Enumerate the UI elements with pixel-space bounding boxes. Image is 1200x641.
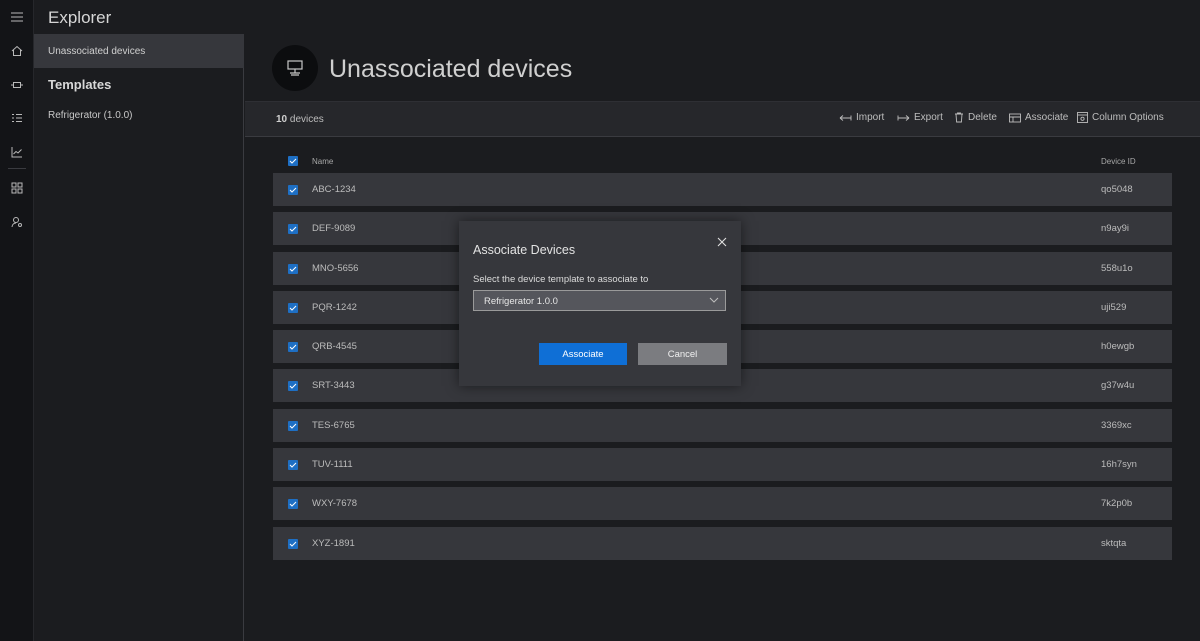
row-checkbox[interactable]	[288, 303, 298, 313]
device-icon[interactable]	[0, 72, 34, 98]
device-name: TUV-1111	[312, 459, 353, 470]
chevron-down-icon	[709, 297, 719, 303]
rules-icon[interactable]	[0, 105, 34, 131]
device-hero-icon	[272, 45, 318, 91]
hamburger-icon[interactable]	[0, 4, 34, 30]
device-count-suffix: devices	[287, 114, 324, 125]
home-icon[interactable]	[0, 38, 34, 64]
column-options-label: Column Options	[1092, 112, 1164, 123]
device-id: 7k2p0b	[1101, 498, 1133, 509]
associate-icon	[1009, 113, 1021, 122]
dashboard-icon[interactable]	[0, 175, 34, 201]
device-id: 16h7syn	[1101, 459, 1137, 470]
device-id: qo5048	[1101, 184, 1133, 195]
explorer-panel: Unassociated devices Templates Refrigera…	[34, 34, 244, 641]
template-select-label: Select the device template to associate …	[473, 274, 649, 285]
device-name: MNO-5656	[312, 263, 359, 274]
row-checkbox[interactable]	[288, 381, 298, 391]
device-name: DEF-9089	[312, 223, 356, 234]
rail-divider	[8, 168, 26, 169]
checkmark-icon	[289, 423, 297, 429]
row-checkbox[interactable]	[288, 264, 298, 274]
table-row[interactable]: TUV-1111 16h7syn	[273, 448, 1172, 481]
templates-heading: Templates	[48, 77, 112, 92]
device-id: uji529	[1101, 302, 1127, 313]
nav-item-unassociated-devices[interactable]: Unassociated devices	[34, 34, 244, 68]
device-id: n9ay9i	[1101, 223, 1129, 234]
template-select-value: Refrigerator 1.0.0	[484, 296, 558, 307]
row-checkbox[interactable]	[288, 342, 298, 352]
checkmark-icon	[289, 305, 297, 311]
checkmark-icon	[289, 187, 297, 193]
device-id: sktqta	[1101, 538, 1127, 549]
associate-button[interactable]: Associate	[539, 343, 627, 365]
delete-button[interactable]: Delete	[954, 112, 997, 123]
export-icon	[897, 114, 910, 121]
associate-devices-dialog: Associate Devices Select the device temp…	[459, 221, 741, 386]
import-label: Import	[856, 112, 885, 123]
device-name: WXY-7678	[312, 498, 358, 509]
row-checkbox[interactable]	[288, 460, 298, 470]
nav-item-template-refrigerator[interactable]: Refrigerator (1.0.0)	[48, 110, 132, 121]
row-checkbox[interactable]	[288, 421, 298, 431]
checkmark-icon	[289, 501, 297, 507]
trash-icon	[955, 112, 963, 123]
row-checkbox[interactable]	[288, 224, 298, 234]
page-title: Unassociated devices	[329, 55, 573, 83]
device-count-number: 10	[276, 114, 288, 125]
checkmark-icon	[289, 226, 297, 232]
table-row[interactable]: XYZ-1891 sktqta	[273, 527, 1172, 560]
checkmark-icon	[289, 541, 297, 547]
import-icon	[839, 114, 852, 121]
device-name: PQR-1242	[312, 302, 357, 313]
associate-toolbar-button[interactable]: Associate	[1009, 112, 1068, 123]
checkmark-icon	[289, 158, 297, 164]
table-row[interactable]: ABC-1234 qo5048	[273, 173, 1172, 206]
app-title: Explorer	[48, 8, 112, 27]
associate-label: Associate	[1025, 112, 1069, 123]
checkmark-icon	[289, 344, 297, 350]
cancel-button[interactable]: Cancel	[638, 343, 727, 365]
checkmark-icon	[289, 266, 297, 272]
icon-rail	[0, 0, 34, 641]
column-options-button[interactable]: Column Options	[1077, 112, 1164, 123]
table-row[interactable]: TES-6765 3369xc	[273, 409, 1172, 442]
dialog-title: Associate Devices	[473, 243, 576, 257]
checkmark-icon	[289, 383, 297, 389]
column-header-device-id[interactable]: Device ID	[1101, 157, 1136, 166]
column-options-icon	[1077, 112, 1088, 123]
toolbar-bottom-divider	[245, 136, 1200, 137]
delete-label: Delete	[968, 112, 997, 123]
device-name: SRT-3443	[312, 380, 355, 391]
user-settings-icon[interactable]	[0, 209, 34, 235]
row-checkbox[interactable]	[288, 185, 298, 195]
export-label: Export	[914, 112, 943, 123]
device-count: 10 devices	[276, 114, 324, 125]
device-name: XYZ-1891	[312, 538, 355, 549]
import-button[interactable]: Import	[839, 112, 884, 123]
top-bar: Explorer	[34, 0, 1200, 34]
analytics-icon[interactable]	[0, 139, 34, 165]
row-checkbox[interactable]	[288, 499, 298, 509]
device-id: 3369xc	[1101, 420, 1132, 431]
close-icon[interactable]	[715, 235, 729, 249]
device-id: h0ewgb	[1101, 341, 1135, 352]
row-checkbox[interactable]	[288, 539, 298, 549]
device-name: ABC-1234	[312, 184, 356, 195]
column-header-name[interactable]: Name	[312, 157, 333, 166]
device-name: TES-6765	[312, 420, 355, 431]
export-button[interactable]: Export	[897, 112, 943, 123]
select-all-checkbox[interactable]	[288, 156, 298, 166]
checkmark-icon	[289, 462, 297, 468]
template-select[interactable]: Refrigerator 1.0.0	[473, 290, 726, 311]
device-name: QRB-4545	[312, 341, 357, 352]
device-id: g37w4u	[1101, 380, 1135, 391]
toolbar: 10 devices Import Export Delete Associat…	[245, 102, 1200, 136]
device-id: 558u1o	[1101, 263, 1133, 274]
table-row[interactable]: WXY-7678 7k2p0b	[273, 487, 1172, 520]
